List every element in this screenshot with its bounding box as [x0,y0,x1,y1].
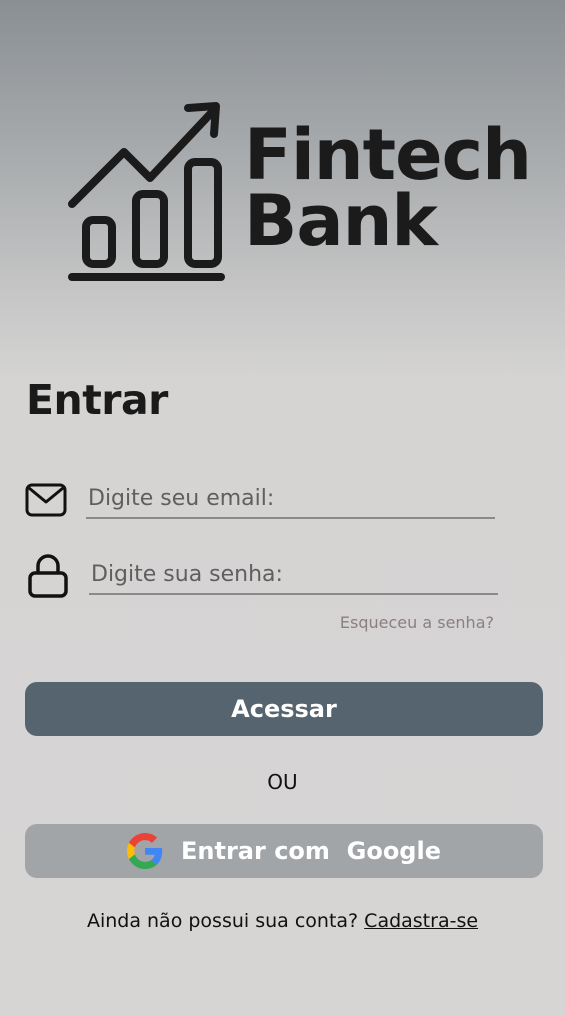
google-signin-button[interactable]: Entrar com Google [25,824,543,878]
brand-name: Fintech Bank [244,114,532,262]
password-field[interactable] [89,555,498,595]
signup-link[interactable]: Cadastra-se [364,910,478,932]
brand-name-line1: Fintech [244,114,532,196]
envelope-icon [25,483,67,517]
growth-chart-icon [68,102,225,281]
page-title: Entrar [26,376,168,424]
forgot-password-link[interactable]: Esqueceu a senha? [340,613,494,632]
google-g-icon [127,833,163,869]
brand-logo: Fintech Bank [66,100,532,286]
login-button[interactable]: Acessar [25,682,543,736]
brand-name-line2: Bank [244,180,438,262]
google-signin-label: Entrar com Google [181,837,441,865]
signup-prompt: Ainda não possui sua conta? [86,910,359,932]
lock-icon [28,554,68,598]
email-field[interactable] [86,479,495,519]
divider-label: OU [267,770,298,794]
signup-prompt-line: Ainda não possui sua conta? Cadastra-se [0,910,565,932]
